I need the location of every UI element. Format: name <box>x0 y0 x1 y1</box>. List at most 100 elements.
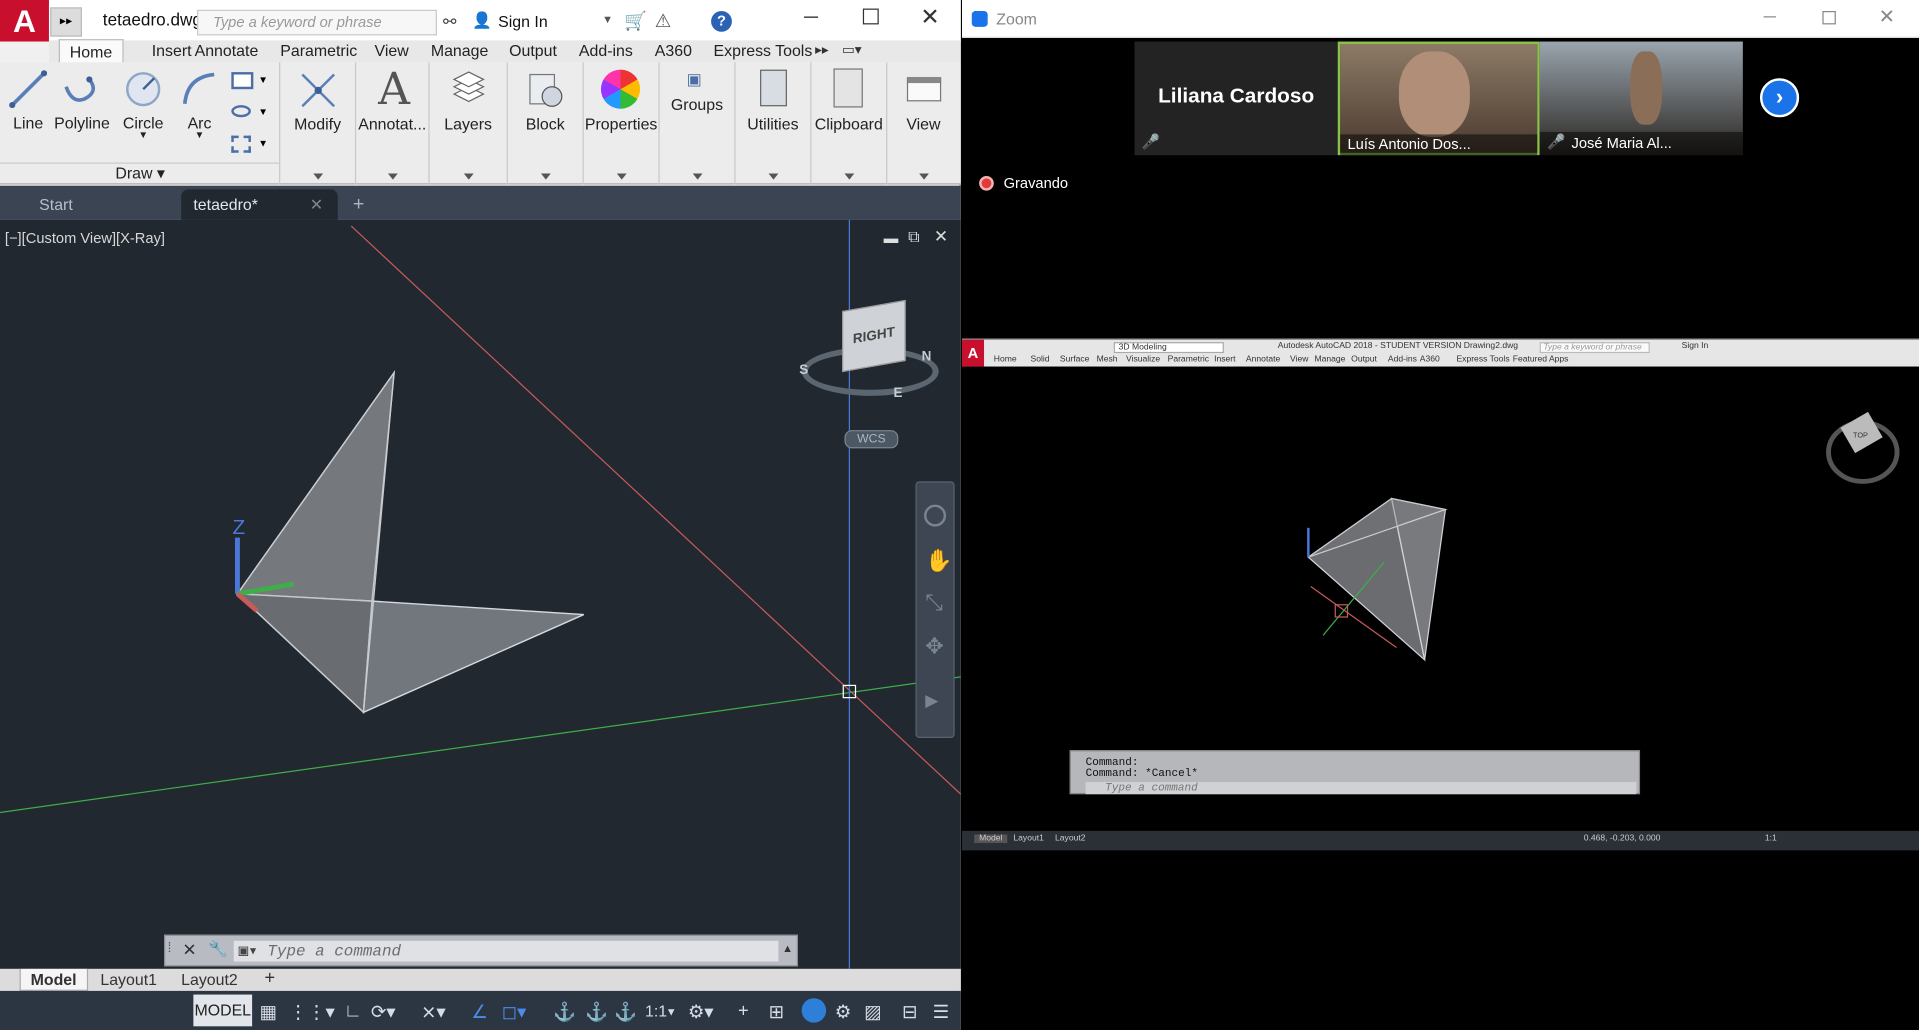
participant-tile-luis[interactable]: Luís Antonio Dos... <box>1337 41 1540 156</box>
rectangle-dropdown-icon[interactable]: ▼ <box>258 75 268 86</box>
tab-close-icon[interactable]: ✕ <box>310 189 323 220</box>
quick-properties-icon[interactable] <box>801 998 827 1023</box>
tab-annotate[interactable]: Annotate <box>195 42 259 60</box>
customization-menu-icon[interactable]: ☰ <box>933 1001 949 1023</box>
tab-layout1[interactable]: Layout1 <box>91 969 167 990</box>
properties-panel[interactable]: Properties <box>584 62 660 185</box>
scale-dropdown-icon[interactable]: ▼ <box>666 1006 677 1018</box>
zoom-minimize-icon[interactable]: ─ <box>1764 6 1776 26</box>
next-page-icon[interactable]: › <box>1759 78 1800 118</box>
annotation-scale-value[interactable]: 1:1 <box>645 1002 667 1020</box>
zoom-window: Zoom ─ ✕ Liliana Cardoso 🎤 Luís Antonio … <box>961 0 1919 1030</box>
tab-a360[interactable]: A360 <box>655 42 692 60</box>
zoom-maximize-icon[interactable] <box>1822 10 1836 25</box>
compass-s[interactable]: S <box>799 363 808 378</box>
layers-panel[interactable]: Layers <box>430 62 508 185</box>
help-icon[interactable]: ? <box>711 10 732 32</box>
clipboard-panel[interactable]: Clipboard <box>811 62 888 185</box>
orbit-icon[interactable]: ✥ <box>925 634 943 660</box>
zoom-extents-icon[interactable]: ⤡ <box>925 590 943 616</box>
line-tool[interactable]: Line <box>7 70 49 132</box>
sign-in-dropdown-icon[interactable]: ▼ <box>602 13 613 25</box>
a360-icon[interactable]: ⚠ <box>655 10 671 32</box>
tab-output[interactable]: Output <box>509 42 557 60</box>
circle-dropdown-icon[interactable]: ▼ <box>120 130 167 140</box>
tab-layout2[interactable]: Layout2 <box>171 969 247 990</box>
circle-tool[interactable]: Circle ▼ <box>120 70 167 140</box>
tab-manage[interactable]: Manage <box>431 42 489 60</box>
drawing-viewport[interactable]: [−][Custom View][X-Ray] ▬ ⧉ ✕ Z S E N RI… <box>0 219 961 969</box>
model-space-button[interactable]: MODEL <box>193 994 253 1027</box>
block-panel[interactable]: Block <box>508 62 584 185</box>
utilities-panel[interactable]: Utilities <box>736 62 812 185</box>
rectangle-icon[interactable] <box>231 72 254 90</box>
search-input[interactable]: Type a keyword or phrase <box>197 9 437 36</box>
maximize-icon[interactable] <box>862 8 879 25</box>
tab-express-tools[interactable]: Express Tools <box>714 42 813 60</box>
isolate-objects-icon[interactable]: ▨ <box>864 1001 881 1023</box>
boundary-dropdown-icon[interactable]: ▼ <box>258 138 268 149</box>
cmd-grip-icon[interactable]: ⁞ <box>168 941 172 956</box>
object-snap-icon[interactable]: ◻▾ <box>502 1001 526 1023</box>
groups-panel[interactable]: ▣ Groups <box>660 62 736 185</box>
annotation-panel[interactable]: A Annotat... <box>356 62 430 185</box>
polar-icon[interactable]: ⟳▾ <box>371 1001 396 1023</box>
sign-in-button[interactable]: Sign In <box>498 12 548 30</box>
auto-scale-icon[interactable]: ⚓ <box>585 1001 608 1023</box>
showmotion-icon[interactable]: ▶ <box>925 690 938 711</box>
more-tabs-icon[interactable]: ▸▸ <box>815 42 829 58</box>
viewcube-face[interactable]: RIGHT <box>842 299 906 373</box>
polyline-tool[interactable]: Polyline <box>54 70 110 132</box>
isodraft-icon[interactable]: ⨯▾ <box>421 1001 446 1023</box>
tab-parametric[interactable]: Parametric <box>280 42 357 60</box>
compass-e[interactable]: E <box>893 386 902 401</box>
arc-dropdown-icon[interactable]: ▼ <box>177 130 221 140</box>
annotation-monitor-icon[interactable]: + <box>738 1001 749 1022</box>
tab-home[interactable]: Home <box>58 39 124 64</box>
hatch-icon[interactable] <box>231 105 251 118</box>
tab-tetaedro[interactable]: tetaedro* ✕ <box>181 189 338 220</box>
cmd-settings-icon[interactable]: 🔧 <box>208 940 228 960</box>
tab-model[interactable]: Model <box>19 968 88 991</box>
participant-tile-jose[interactable]: 🎤 José Maria Al... <box>1539 41 1743 156</box>
view-panel[interactable]: View <box>887 62 960 184</box>
participant-tile-liliana[interactable]: Liliana Cardoso 🎤 <box>1134 41 1338 156</box>
close-icon[interactable]: ✕ <box>920 4 939 32</box>
new-tab-icon[interactable]: + <box>345 193 372 216</box>
ortho-icon[interactable]: ∟ <box>344 1001 362 1022</box>
binoculars-icon[interactable]: ⚯ <box>443 12 456 32</box>
lock-ui-icon[interactable]: ⚙ <box>835 1001 851 1023</box>
arc-tool[interactable]: Arc ▼ <box>177 70 221 140</box>
tab-view[interactable]: View <box>375 42 409 60</box>
viewcube[interactable]: S E N RIGHT WCS <box>796 291 943 449</box>
minimize-icon[interactable]: ─ <box>804 7 818 29</box>
workspace-gear-icon[interactable]: ⚙▾ <box>688 1001 714 1023</box>
tab-start[interactable]: Start <box>27 189 85 220</box>
tab-add-ins[interactable]: Add-ins <box>579 42 633 60</box>
cart-icon[interactable]: 🛒 <box>624 10 647 32</box>
annotation-visibility-icon[interactable]: ⚓ <box>553 1001 576 1023</box>
compass-n[interactable]: N <box>922 349 932 364</box>
annotation-scale-icon[interactable]: ⚓ <box>614 1001 637 1023</box>
ribbon-options-icon[interactable]: ▭▾ <box>842 42 861 58</box>
draw-panel-title[interactable]: Draw ▾ <box>0 162 281 184</box>
pan-icon[interactable]: ✋ <box>925 549 952 575</box>
wcs-menu[interactable]: WCS <box>844 430 899 449</box>
tab-insert[interactable]: Insert <box>152 42 192 60</box>
graphics-performance-icon[interactable]: ⊟ <box>902 1001 917 1023</box>
object-snap-tracking-icon[interactable]: ∠ <box>471 1001 487 1023</box>
cmd-close-icon[interactable]: ✕ <box>182 940 196 961</box>
zoom-close-icon[interactable]: ✕ <box>1879 5 1895 29</box>
steering-wheel-icon[interactable] <box>924 504 947 527</box>
add-layout-icon[interactable]: + <box>255 969 285 989</box>
grid-icon[interactable]: ▦ <box>259 1001 276 1023</box>
quick-access-expand-icon[interactable]: ▸▸ <box>50 7 83 37</box>
command-input[interactable]: ▣▾ Type a command <box>233 940 779 962</box>
boundary-icon[interactable] <box>231 135 251 153</box>
snap-icon[interactable]: ⋮⋮▾ <box>289 1001 335 1023</box>
autocad-app-button[interactable]: A <box>0 0 49 42</box>
units-icon[interactable]: ⊞ <box>769 1001 784 1023</box>
modify-panel[interactable]: Modify <box>280 62 357 185</box>
cmd-history-icon[interactable]: ▲ <box>782 942 793 954</box>
hatch-dropdown-icon[interactable]: ▼ <box>258 106 268 117</box>
